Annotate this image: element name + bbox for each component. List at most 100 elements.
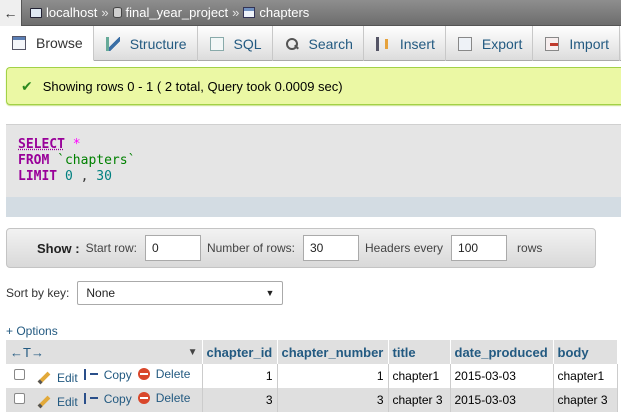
tab-browse[interactable]: Browse [0,26,94,61]
sql-box-footer [6,197,621,217]
show-label: Show : [37,240,80,256]
delete-icon [137,392,150,404]
cell-title[interactable]: chapter 3 [388,388,451,412]
sql-count: 30 [96,169,112,184]
cell-chapter-id[interactable]: 1 [202,364,278,388]
sql-keyword-limit: LIMIT [18,169,58,184]
tab-label: Export [481,35,523,52]
column-header[interactable]: chapter_id [202,340,278,364]
structure-icon [105,36,120,51]
tab-label: Search [308,35,353,52]
column-header[interactable]: body [553,340,618,364]
cell-date-produced[interactable]: 2015-03-03 [450,388,554,412]
tab-structure[interactable]: Structure [94,26,198,61]
sql-icon [209,36,224,51]
column-controls: ←T→ ▼ [6,340,203,364]
breadcrumb-separator: » [232,5,240,20]
column-menu-icon[interactable]: ▼ [188,347,198,358]
insert-icon [375,36,390,51]
tab-label: SQL [233,35,262,52]
options-link[interactable]: + Options [6,324,58,338]
copy-button[interactable]: Copy [83,367,132,382]
delete-button[interactable]: Delete [137,367,191,381]
tab-label: Import [569,35,610,52]
tab-sql[interactable]: SQL [198,26,273,61]
pencil-icon [37,371,51,385]
rows-label: Number of rows: [206,241,295,255]
row-actions: Edit Copy Delete [6,364,203,388]
copy-icon [83,393,98,404]
delete-icon [137,368,150,380]
sort-selected: None [86,286,116,300]
sort-label: Sort by key: [6,286,70,300]
server-icon [30,7,42,18]
delete-label: Delete [155,367,191,381]
edit-button[interactable]: Edit [37,371,78,385]
row-checkbox[interactable] [14,369,25,380]
export-icon [457,36,472,51]
start-row-input[interactable] [144,235,201,261]
database-icon [112,7,122,18]
copy-button[interactable]: Copy [83,391,132,406]
copy-label: Copy [103,367,132,382]
column-arrows-icon[interactable]: ←T→ [10,345,44,360]
column-header[interactable]: chapter_number [277,340,389,364]
edit-label: Edit [57,371,78,385]
arrow-left-icon[interactable]: ← [0,0,22,26]
row-checkbox[interactable] [14,393,25,404]
sql-comma: , [80,169,89,184]
success-message: ✔ Showing rows 0 - 1 ( 2 total, Query to… [6,67,621,105]
sql-keyword-from: FROM [18,153,50,168]
breadcrumb-server[interactable]: localhost [46,5,97,20]
sort-row: Sort by key: None ▼ [6,281,284,305]
cell-title[interactable]: chapter1 [388,364,451,388]
delete-button[interactable]: Delete [137,391,191,405]
browse-icon [12,36,26,50]
breadcrumb-database[interactable]: final_year_project [126,5,229,20]
success-text: Showing rows 0 - 1 ( 2 total, Query took… [42,78,343,94]
sql-keyword-select[interactable]: SELECT [18,137,65,152]
tab-label: Browse [36,35,83,51]
column-header[interactable]: title [388,340,451,364]
edit-button[interactable]: Edit [37,395,78,409]
cell-chapter-number[interactable]: 3 [277,388,389,412]
sort-select[interactable]: None ▼ [77,281,284,305]
breadcrumb: localhost » final_year_project » chapter… [30,5,309,20]
sql-query: SELECT * FROM `chapters` LIMIT 0 , 30 [18,137,135,185]
column-header[interactable]: date_produced [450,340,554,364]
tab-export[interactable]: Export [446,26,534,61]
cell-body[interactable]: chapter 3 [553,388,618,412]
dropdown-arrow-icon: ▼ [265,288,275,298]
table-header-row: ←T→ ▼ chapter_id chapter_number title da… [6,340,618,364]
headers-input[interactable] [451,235,508,261]
tab-import[interactable]: Import [533,26,621,61]
tab-search[interactable]: Search [273,26,364,61]
tab-label: Structure [129,35,187,52]
table-row: Edit Copy Delete 1 1 chapter1 2015-03-03 c… [6,364,618,388]
table-row: Edit Copy Delete 3 3 chapter 3 2015-03-03 … [6,388,618,412]
tab-insert[interactable]: Insert [364,26,446,61]
pencil-icon [37,395,51,409]
breadcrumb-bar: ← localhost » final_year_project » chapt… [0,0,621,26]
copy-label: Copy [103,391,132,406]
sql-table-name: `chapters` [57,153,136,168]
cell-body[interactable]: chapter1 [553,364,618,388]
sql-star: * [72,137,81,152]
delete-label: Delete [155,391,191,405]
breadcrumb-separator: » [101,5,109,20]
results-table: ←T→ ▼ chapter_id chapter_number title da… [6,340,618,412]
tab-bar: Browse Structure SQL Search Insert Expor… [0,26,621,61]
tab-label: Insert [399,35,435,52]
edit-label: Edit [57,395,78,409]
cell-chapter-id[interactable]: 3 [202,388,278,412]
table-icon [243,7,256,18]
sql-query-box: SELECT * FROM `chapters` LIMIT 0 , 30 [6,124,621,217]
sql-offset: 0 [64,169,73,184]
search-icon [285,37,299,51]
breadcrumb-table[interactable]: chapters [259,5,309,20]
cell-date-produced[interactable]: 2015-03-03 [450,364,554,388]
start-row-label: Start row: [85,241,137,255]
copy-icon [83,369,98,380]
rows-input[interactable] [303,235,359,261]
cell-chapter-number[interactable]: 1 [277,364,389,388]
